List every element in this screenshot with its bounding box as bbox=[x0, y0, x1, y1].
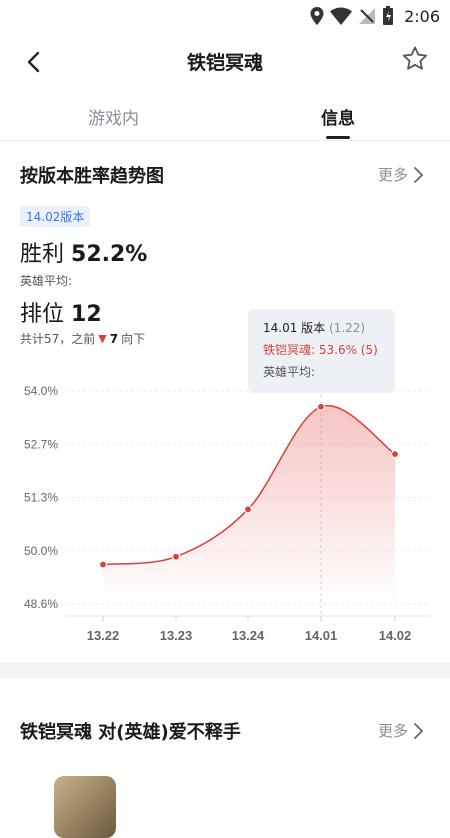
y-tick-label: 52.7% bbox=[24, 437, 58, 451]
tab-ingame[interactable]: 游戏内 bbox=[88, 104, 139, 129]
win-rate: 胜利 52.2% bbox=[20, 236, 147, 268]
data-point bbox=[98, 560, 108, 569]
matchup-title: 铁铠冥魂 对(英雄)爱不释手 bbox=[20, 722, 241, 743]
rank-change: 7 bbox=[109, 331, 119, 346]
x-tick-label: 14.01 bbox=[305, 628, 338, 643]
section-title: 按版本胜率趋势图 bbox=[20, 166, 164, 187]
more-link[interactable]: 更多 bbox=[378, 164, 424, 185]
champion-avatar[interactable] bbox=[54, 776, 116, 838]
y-tick-label: 54.0% bbox=[24, 384, 58, 398]
tooltip-version: 14.01 版本 bbox=[263, 321, 326, 335]
x-tick-label: 13.24 bbox=[232, 628, 265, 643]
x-tick-label: 13.22 bbox=[87, 628, 120, 643]
x-tick-label: 14.02 bbox=[379, 628, 412, 643]
status-time: 2:06 bbox=[404, 6, 440, 26]
rank: 排位 12 bbox=[20, 296, 102, 328]
y-tick-label: 50.0% bbox=[24, 544, 58, 558]
status-bar: 2:06 bbox=[0, 0, 450, 32]
winrate-trend-section: 按版本胜率趋势图 更多 14.02版本 胜利 52.2% 英雄平均: 排位 12… bbox=[0, 140, 450, 662]
rank-direction: 向下 bbox=[121, 332, 146, 346]
chart-tooltip: 14.01 版本 (1.22) 铁铠冥魂: 53.6% (5) 英雄平均: bbox=[248, 309, 395, 393]
star-icon bbox=[402, 46, 428, 70]
top-bar: 铁铠冥魂 bbox=[0, 32, 450, 88]
data-point bbox=[390, 450, 400, 459]
data-point bbox=[171, 552, 181, 561]
tooltip-hero-line: 铁铠冥魂: 53.6% (5) bbox=[263, 343, 378, 357]
active-tab-indicator bbox=[326, 136, 350, 139]
matchup-more-link[interactable]: 更多 bbox=[378, 720, 424, 741]
x-tick-label: 13.23 bbox=[160, 628, 193, 643]
win-label: 胜利 bbox=[20, 242, 65, 267]
tooltip-avg-line: 英雄平均: bbox=[263, 365, 316, 379]
section-divider bbox=[0, 662, 450, 678]
chart-svg: 54.0% 52.7% 51.3% 50.0% 48.6% 13.22 13.23 13.24… bbox=[24, 383, 430, 643]
more-label: 更多 bbox=[377, 166, 408, 184]
signal-icon bbox=[359, 8, 376, 24]
down-triangle-icon: ▼ bbox=[98, 332, 107, 345]
rank-label: 排位 bbox=[20, 302, 65, 327]
data-point bbox=[316, 402, 326, 411]
rank-detail: 共计57，之前 ▼ 7 向下 bbox=[20, 330, 145, 347]
battery-icon bbox=[383, 6, 394, 25]
win-value: 52.2% bbox=[71, 242, 148, 267]
y-tick-label: 51.3% bbox=[24, 491, 58, 505]
location-icon bbox=[310, 7, 324, 25]
wifi-icon bbox=[330, 7, 353, 25]
page-title: 铁铠冥魂 bbox=[186, 52, 263, 74]
version-badge: 14.02版本 bbox=[20, 206, 91, 227]
rank-total: 共计57，之前 bbox=[20, 332, 96, 346]
tab-info[interactable]: 信息 bbox=[321, 104, 355, 129]
matchup-section: 铁铠冥魂 对(英雄)爱不释手 更多 bbox=[0, 678, 450, 838]
matchup-more-label: 更多 bbox=[377, 722, 408, 740]
rank-value: 12 bbox=[71, 302, 102, 327]
tab-bar: 游戏内 信息 bbox=[0, 96, 450, 141]
data-point bbox=[243, 505, 253, 514]
series-area bbox=[103, 405, 395, 604]
y-tick-label: 48.6% bbox=[24, 597, 58, 611]
chevron-right-icon bbox=[414, 722, 424, 739]
tooltip-count: (1.22) bbox=[329, 321, 366, 335]
hero-average-label: 英雄平均: bbox=[20, 274, 73, 288]
favorite-button[interactable] bbox=[400, 44, 430, 74]
winrate-line-chart[interactable]: 54.0% 52.7% 51.3% 50.0% 48.6% 13.22 13.23 13.24… bbox=[0, 370, 450, 660]
chevron-right-icon bbox=[414, 166, 424, 183]
